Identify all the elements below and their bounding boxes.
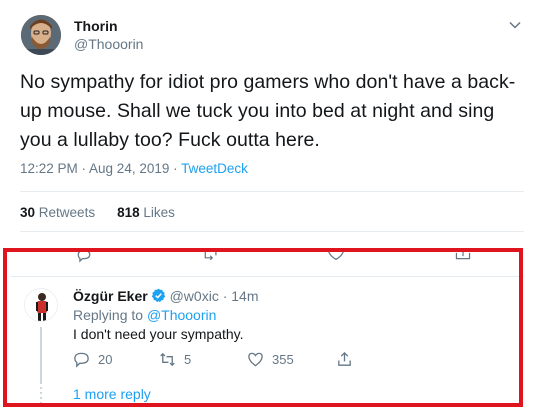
likes-count: 818 xyxy=(117,205,140,220)
heart-icon xyxy=(248,352,263,367)
reply-text: I don't need your sympathy. xyxy=(73,326,244,342)
reply-author-name[interactable]: Özgür Eker xyxy=(73,288,148,304)
verified-badge-icon xyxy=(151,288,165,303)
replying-to: Replying to @Thooorin xyxy=(73,307,216,323)
retweet-count: 5 xyxy=(184,352,192,367)
share-icon xyxy=(338,351,351,366)
heart-icon[interactable] xyxy=(325,248,347,266)
reply-icon[interactable] xyxy=(73,248,95,266)
retweets-count: 30 xyxy=(20,205,36,220)
retweets-label: Retweets xyxy=(38,205,96,220)
chevron-down-icon[interactable] xyxy=(506,16,524,34)
divider xyxy=(10,276,524,277)
reply-icon xyxy=(74,352,89,368)
tweet-client-link[interactable]: TweetDeck xyxy=(181,161,248,176)
tweet-stats: 30 Retweets 818 Likes xyxy=(20,205,175,220)
reply-header: Özgür Eker @w0xic · 14m xyxy=(73,288,259,304)
more-replies-link[interactable]: 1 more reply xyxy=(73,386,151,402)
main-tweet: Thorin @Thooorin No sympathy for idiot p… xyxy=(0,0,540,245)
author-name[interactable]: Thorin xyxy=(74,18,118,34)
thread-line xyxy=(40,327,42,384)
like-button[interactable]: 355 xyxy=(247,351,294,368)
like-count: 355 xyxy=(272,352,294,367)
tweet-time[interactable]: 12:22 PM · Aug 24, 2019 · xyxy=(20,161,181,176)
reply-avatar[interactable] xyxy=(24,288,58,322)
share-icon[interactable] xyxy=(452,248,474,266)
retweets-stat[interactable]: 30 Retweets xyxy=(20,205,95,220)
likes-label: Likes xyxy=(143,205,175,220)
reply-count: 20 xyxy=(98,352,113,367)
thread-dots xyxy=(40,387,42,407)
share-button[interactable] xyxy=(336,351,353,368)
divider xyxy=(20,191,524,192)
likes-stat[interactable]: 818 Likes xyxy=(117,205,175,220)
retweet-button[interactable]: 5 xyxy=(159,351,191,368)
reply-button[interactable]: 20 xyxy=(73,351,112,368)
retweet-icon xyxy=(160,352,175,367)
retweet-icon[interactable] xyxy=(200,248,222,266)
replying-to-mention[interactable]: @Thooorin xyxy=(147,307,216,323)
tweet-timestamp: 12:22 PM · Aug 24, 2019 · TweetDeck xyxy=(20,161,248,176)
reply-author-handle[interactable]: @w0xic xyxy=(170,288,219,304)
tweet-action-bar xyxy=(0,248,540,268)
reply-time[interactable]: · 14m xyxy=(223,288,259,304)
reply-action-bar: 20 5 355 xyxy=(73,351,373,369)
replying-prefix: Replying to xyxy=(73,307,147,323)
divider xyxy=(20,231,524,232)
author-handle[interactable]: @Thooorin xyxy=(74,36,143,52)
avatar[interactable] xyxy=(21,15,61,55)
tweet-text: No sympathy for idiot pro gamers who don… xyxy=(20,71,516,151)
